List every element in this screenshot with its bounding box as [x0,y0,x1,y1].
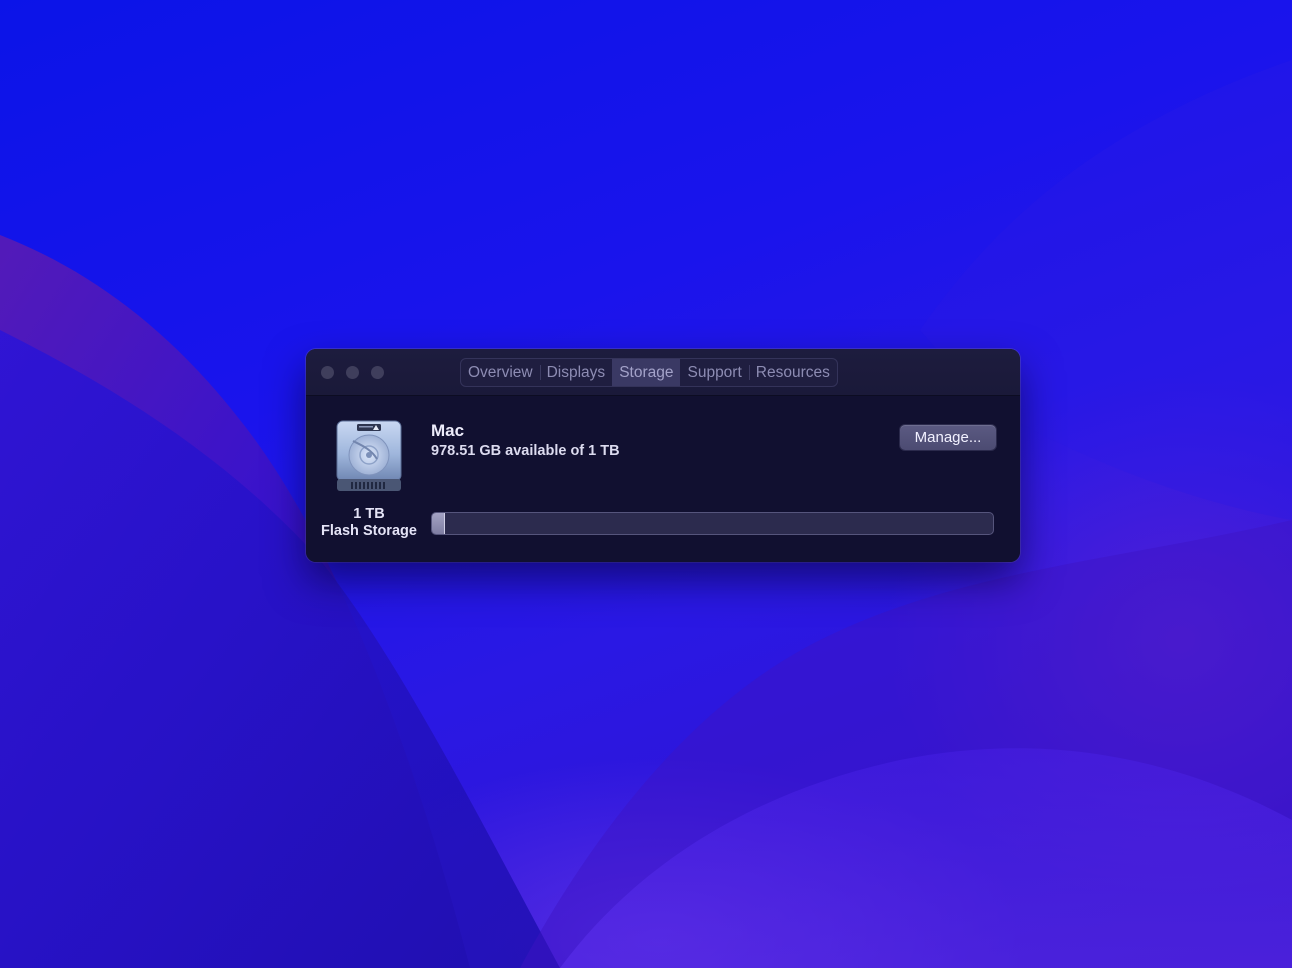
disk-caption: 1 TB Flash Storage [314,506,424,540]
tab-resources[interactable]: Resources [748,359,837,386]
manage-button[interactable]: Manage... [900,425,996,450]
disk-capacity: 1 TB [353,506,385,522]
tab-displays[interactable]: Displays [539,359,613,386]
desktop: Overview Displays Storage Support Resour… [0,0,1292,968]
tab-bar: Overview Displays Storage Support Resour… [460,358,838,387]
minimize-button[interactable] [346,366,359,379]
disk-type: Flash Storage [321,523,417,539]
storage-panel: 1 TB Flash Storage Mac 978.51 GB availab… [306,396,1020,562]
tab-overview[interactable]: Overview [461,359,540,386]
about-this-mac-window: Overview Displays Storage Support Resour… [306,349,1020,562]
volume-name: Mac [431,421,465,440]
storage-usage-fill [432,513,446,534]
storage-usage-bar [431,512,994,535]
tab-support[interactable]: Support [680,359,748,386]
internal-disk-icon [336,420,402,491]
close-button[interactable] [321,366,334,379]
window-titlebar: Overview Displays Storage Support Resour… [306,349,1020,396]
tab-storage[interactable]: Storage [612,359,681,386]
volume-availability: 978.51 GB available of 1 TB [431,443,620,459]
zoom-button[interactable] [371,366,384,379]
